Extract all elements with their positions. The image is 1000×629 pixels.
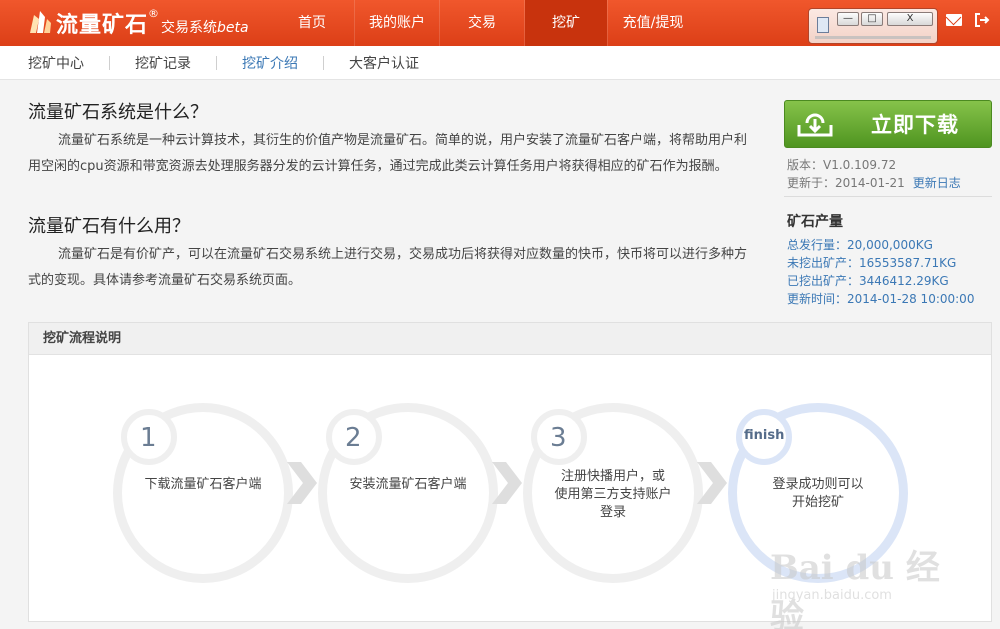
sub-nav: 挖矿中心 挖矿记录 挖矿介绍 大客户认证 [0, 46, 1000, 80]
step-number: 2 [345, 423, 362, 453]
ore-output-title: 矿石产量 [787, 214, 843, 230]
logo-crystal-icon [26, 9, 54, 37]
mail-icon[interactable] [946, 14, 962, 26]
step-text: 安装流量矿石客户端 [349, 477, 467, 492]
step-text-line: 开始挖矿 [791, 495, 844, 510]
logo[interactable]: 流量矿石 ® 交易系统beta [26, 4, 249, 42]
subnav-mining-intro[interactable]: 挖矿介绍 [217, 53, 323, 73]
intro-heading-what: 流量矿石系统是什么？ [28, 102, 208, 123]
window-controls: — □ X [808, 8, 938, 44]
subnav-mining-records[interactable]: 挖矿记录 [110, 53, 216, 73]
step-text-line: 注册快播用户，或 [560, 469, 665, 484]
download-button-label: 立即下载 [871, 113, 959, 137]
version-text: 版本：V1.0.109.72 [787, 158, 897, 172]
logo-beta: beta [217, 20, 249, 36]
step-text-line: 使用第三方支持账户 [554, 487, 672, 502]
intro-paragraph-what: 流量矿石系统是一种云计算技术，其衍生的价值产物是流量矿石。简单的说，用户安装了流… [28, 133, 748, 174]
flow-arrow-icon [287, 462, 317, 504]
minimize-button[interactable]: — [837, 12, 859, 26]
document-icon[interactable] [817, 17, 829, 33]
logout-icon[interactable] [974, 12, 990, 28]
cloud-download-icon [795, 109, 835, 139]
subnav-mining-center[interactable]: 挖矿中心 [0, 53, 109, 73]
ore-updated-time: 更新时间：2014-01-28 10:00:00 [787, 292, 975, 306]
step-number: 3 [550, 423, 567, 453]
nav-mining[interactable]: 挖矿 [525, 0, 607, 46]
nav-home[interactable]: 首页 [270, 0, 354, 46]
main-nav: 首页 我的账户 交易 挖矿 充值/提现 [270, 0, 698, 46]
nav-trade[interactable]: 交易 [440, 0, 524, 46]
step-text-line: 登录 [599, 505, 626, 520]
update-info: 更新于：2014-01-21 更新日志 [787, 174, 961, 191]
step-text: 下载流量矿石客户端 [144, 477, 262, 492]
flow-title: 挖矿流程说明 [29, 323, 991, 355]
ore-total: 总发行量：20,000,000KG [787, 238, 933, 252]
logo-subtitle-text: 交易系统 [161, 20, 218, 36]
step-number: 1 [140, 423, 157, 453]
baidu-watermark: Bai du 经验 jingyan.baidu.com [770, 540, 940, 629]
intro-heading-use: 流量矿石有什么用？ [28, 216, 190, 237]
step-text: 登录成功则可以 开始挖矿 [743, 476, 893, 512]
logo-subtitle: 交易系统beta [161, 17, 249, 37]
top-bar: 流量矿石 ® 交易系统beta 首页 我的账户 交易 挖矿 充值/提现 — □ … [0, 0, 1000, 46]
logo-registered-mark: ® [148, 6, 160, 20]
ore-mined: 已挖出矿产：3446412.29KG [787, 274, 949, 288]
logo-title: 流量矿石 [56, 13, 149, 38]
nav-recharge-withdraw[interactable]: 充值/提现 [608, 0, 698, 46]
finish-label: finish [744, 428, 785, 443]
close-button[interactable]: X [887, 12, 933, 26]
flow-arrow-icon [492, 462, 522, 504]
step-text: 注册快播用户，或 使用第三方支持账户 登录 [538, 468, 688, 522]
intro-paragraph-use: 流量矿石是有价矿产，可以在流量矿石交易系统上进行交易，交易成功后将获得对应数量的… [28, 247, 748, 288]
changelog-link[interactable]: 更新日志 [913, 176, 961, 190]
updated-date: 更新于：2014-01-21 [787, 176, 905, 190]
download-button[interactable]: 立即下载 [784, 100, 992, 148]
window-progress-bar [815, 36, 931, 39]
step-text-line: 登录成功则可以 [772, 477, 864, 492]
maximize-button[interactable]: □ [861, 12, 883, 26]
watermark-url: jingyan.baidu.com [772, 588, 892, 603]
nav-my-account[interactable]: 我的账户 [355, 0, 439, 46]
subnav-vip-certification[interactable]: 大客户认证 [324, 53, 444, 73]
flow-arrow-icon [697, 462, 727, 504]
ore-unmined: 未挖出矿产：16553587.71KG [787, 256, 957, 270]
watermark-logo: Bai du 经验 [770, 548, 940, 629]
panel-divider [784, 196, 992, 197]
